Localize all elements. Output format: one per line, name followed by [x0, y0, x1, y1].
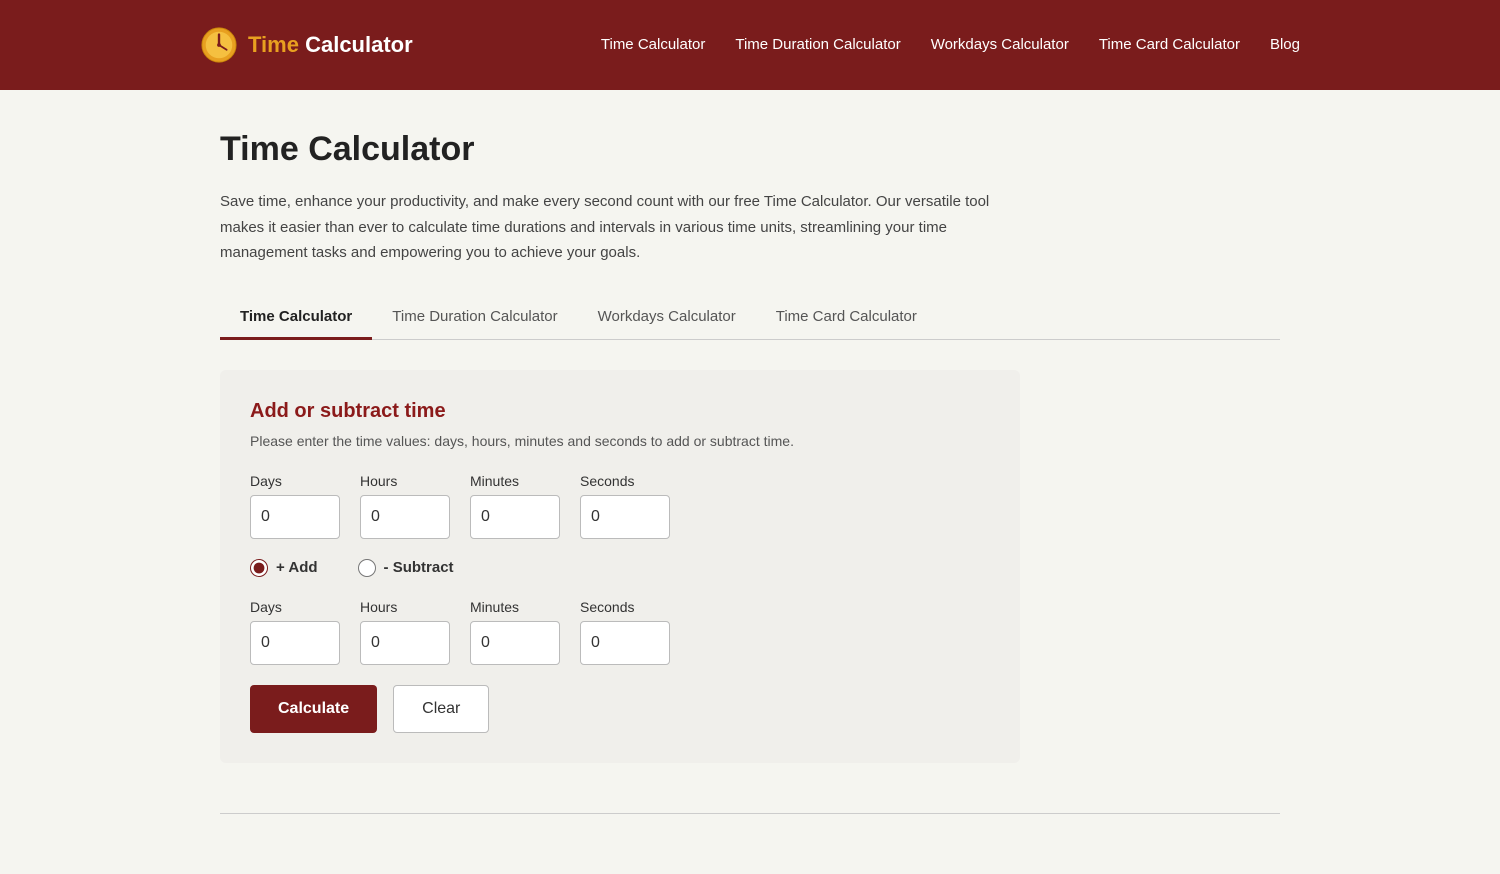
page-divider [220, 813, 1280, 814]
tab-timecard-calculator[interactable]: Time Card Calculator [756, 296, 937, 340]
radio-add[interactable]: + Add [250, 559, 318, 577]
calculator-card: Add or subtract time Please enter the ti… [220, 370, 1020, 763]
minutes-input-1[interactable] [470, 495, 560, 539]
hours-input-2[interactable] [360, 621, 450, 665]
calc-description: Please enter the time values: days, hour… [250, 433, 990, 449]
page-description: Save time, enhance your productivity, an… [220, 189, 1020, 266]
input-group-minutes-1: Minutes [470, 473, 560, 539]
minutes-label-1: Minutes [470, 473, 560, 489]
radio-subtract-label: - Subtract [384, 559, 454, 576]
days-label-2: Days [250, 599, 340, 615]
seconds-label-2: Seconds [580, 599, 670, 615]
radio-row: + Add - Subtract [250, 559, 990, 577]
input-group-hours-2: Hours [360, 599, 450, 665]
radio-subtract-input[interactable] [358, 559, 376, 577]
clock-icon [200, 26, 238, 64]
nav-duration-calc[interactable]: Time Duration Calculator [735, 36, 900, 53]
radio-subtract[interactable]: - Subtract [358, 559, 454, 577]
nav-workdays-calc[interactable]: Workdays Calculator [931, 36, 1069, 53]
clear-button[interactable]: Clear [393, 685, 489, 733]
tab-workdays-calculator[interactable]: Workdays Calculator [578, 296, 756, 340]
radio-add-label: + Add [276, 559, 318, 576]
nav-time-calc[interactable]: Time Calculator [601, 36, 705, 53]
logo[interactable]: Time Calculator [200, 26, 413, 64]
seconds-input-1[interactable] [580, 495, 670, 539]
logo-calc-text: Calculator [305, 32, 413, 57]
calc-subtitle: Add or subtract time [250, 400, 990, 423]
input-group-seconds-1: Seconds [580, 473, 670, 539]
tab-time-calculator[interactable]: Time Calculator [220, 296, 372, 340]
input-row-1: Days Hours Minutes Seconds [250, 473, 990, 539]
minutes-label-2: Minutes [470, 599, 560, 615]
logo-time-text: Time [248, 32, 299, 57]
hours-label-1: Hours [360, 473, 450, 489]
calculate-button[interactable]: Calculate [250, 685, 377, 733]
input-group-seconds-2: Seconds [580, 599, 670, 665]
button-row: Calculate Clear [250, 685, 990, 733]
input-group-days-1: Days [250, 473, 340, 539]
hours-input-1[interactable] [360, 495, 450, 539]
input-group-minutes-2: Minutes [470, 599, 560, 665]
seconds-input-2[interactable] [580, 621, 670, 665]
input-group-hours-1: Hours [360, 473, 450, 539]
page-title: Time Calculator [220, 130, 1280, 169]
seconds-label-1: Seconds [580, 473, 670, 489]
input-group-days-2: Days [250, 599, 340, 665]
radio-add-input[interactable] [250, 559, 268, 577]
days-label-1: Days [250, 473, 340, 489]
hours-label-2: Hours [360, 599, 450, 615]
days-input-1[interactable] [250, 495, 340, 539]
days-input-2[interactable] [250, 621, 340, 665]
nav-links: Time Calculator Time Duration Calculator… [601, 36, 1300, 54]
tab-duration-calculator[interactable]: Time Duration Calculator [372, 296, 577, 340]
nav-blog[interactable]: Blog [1270, 36, 1300, 53]
input-row-2: Days Hours Minutes Seconds [250, 599, 990, 665]
minutes-input-2[interactable] [470, 621, 560, 665]
nav-timecard-calc[interactable]: Time Card Calculator [1099, 36, 1240, 53]
tabs-bar: Time Calculator Time Duration Calculator… [220, 296, 1280, 340]
